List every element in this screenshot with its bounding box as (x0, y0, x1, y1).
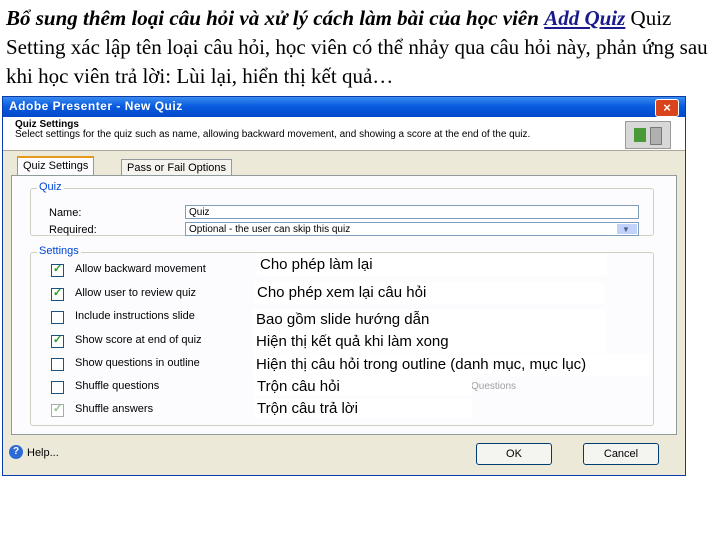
show-outline-label: Show questions in outline (75, 357, 200, 369)
show-outline-checkbox[interactable] (51, 358, 64, 371)
slide-caption: Bổ sung thêm loại câu hỏi và xử lý cách … (6, 4, 714, 91)
shuffle-answers-checkbox[interactable] (51, 402, 64, 417)
tab-pass-or-fail-options[interactable]: Pass or Fail Options (121, 159, 233, 176)
required-label: Required: (49, 224, 97, 236)
required-select-value: Optional - the user can skip this quiz (189, 224, 351, 235)
caption-link[interactable]: Add Quiz (544, 6, 625, 30)
annotation-instructions: Bao gồm slide hướng dẫn (253, 309, 606, 331)
tab-quiz-settings[interactable]: Quiz Settings (17, 156, 95, 177)
caption-title: Bổ sung thêm loại câu hỏi và xử lý cách … (6, 6, 539, 30)
window-title: Adobe Presenter - New Quiz (9, 99, 183, 113)
title-bar: Adobe Presenter - New Quiz × (3, 97, 685, 117)
name-label: Name: (49, 207, 82, 219)
header-description: Select settings for the quiz such as nam… (15, 129, 531, 140)
quiz-icon (625, 121, 671, 149)
allow-review-label: Allow user to review quiz (75, 287, 197, 299)
annotation-allow-backward: Cho phép làm lại (257, 254, 607, 276)
quiz-group-label: Quiz (37, 181, 64, 193)
required-select[interactable]: Optional - the user can skip this quiz (185, 222, 639, 237)
help-icon[interactable]: ? (9, 445, 23, 459)
annotation-allow-review: Cho phép xem lại câu hỏi (254, 282, 604, 304)
settings-group-label: Settings (37, 245, 81, 257)
ok-button[interactable]: OK (476, 443, 552, 465)
allow-backward-checkbox[interactable] (51, 262, 64, 277)
include-instructions-checkbox[interactable] (51, 311, 64, 324)
name-input[interactable]: Quiz (185, 205, 639, 219)
annotation-shuffle-answers: Trộn câu trả lời (254, 398, 472, 418)
allow-backward-label: Allow backward movement (75, 263, 206, 275)
annotation-shuffle-questions: Trộn câu hỏi (254, 376, 472, 396)
questions-button[interactable]: Questions (471, 381, 516, 392)
annotation-show-score: Hiện thị kết quả khi làm xong (253, 331, 606, 353)
close-button[interactable]: × (655, 99, 679, 117)
shuffle-questions-label: Shuffle questions (75, 380, 160, 392)
show-score-checkbox[interactable] (51, 333, 64, 348)
cancel-button[interactable]: Cancel (583, 443, 659, 465)
show-score-label: Show score at end of quiz (75, 334, 202, 346)
dialog-header: Quiz Settings Select settings for the qu… (3, 117, 685, 151)
help-link[interactable]: Help... (27, 447, 59, 459)
include-instructions-label: Include instructions slide (75, 310, 195, 322)
annotation-outline: Hiện thị câu hỏi trong outline (danh mục… (253, 354, 650, 376)
chevron-down-icon[interactable] (617, 223, 637, 237)
shuffle-answers-label: Shuffle answers (75, 403, 154, 415)
allow-review-checkbox[interactable] (51, 286, 64, 301)
shuffle-questions-checkbox[interactable] (51, 381, 64, 394)
